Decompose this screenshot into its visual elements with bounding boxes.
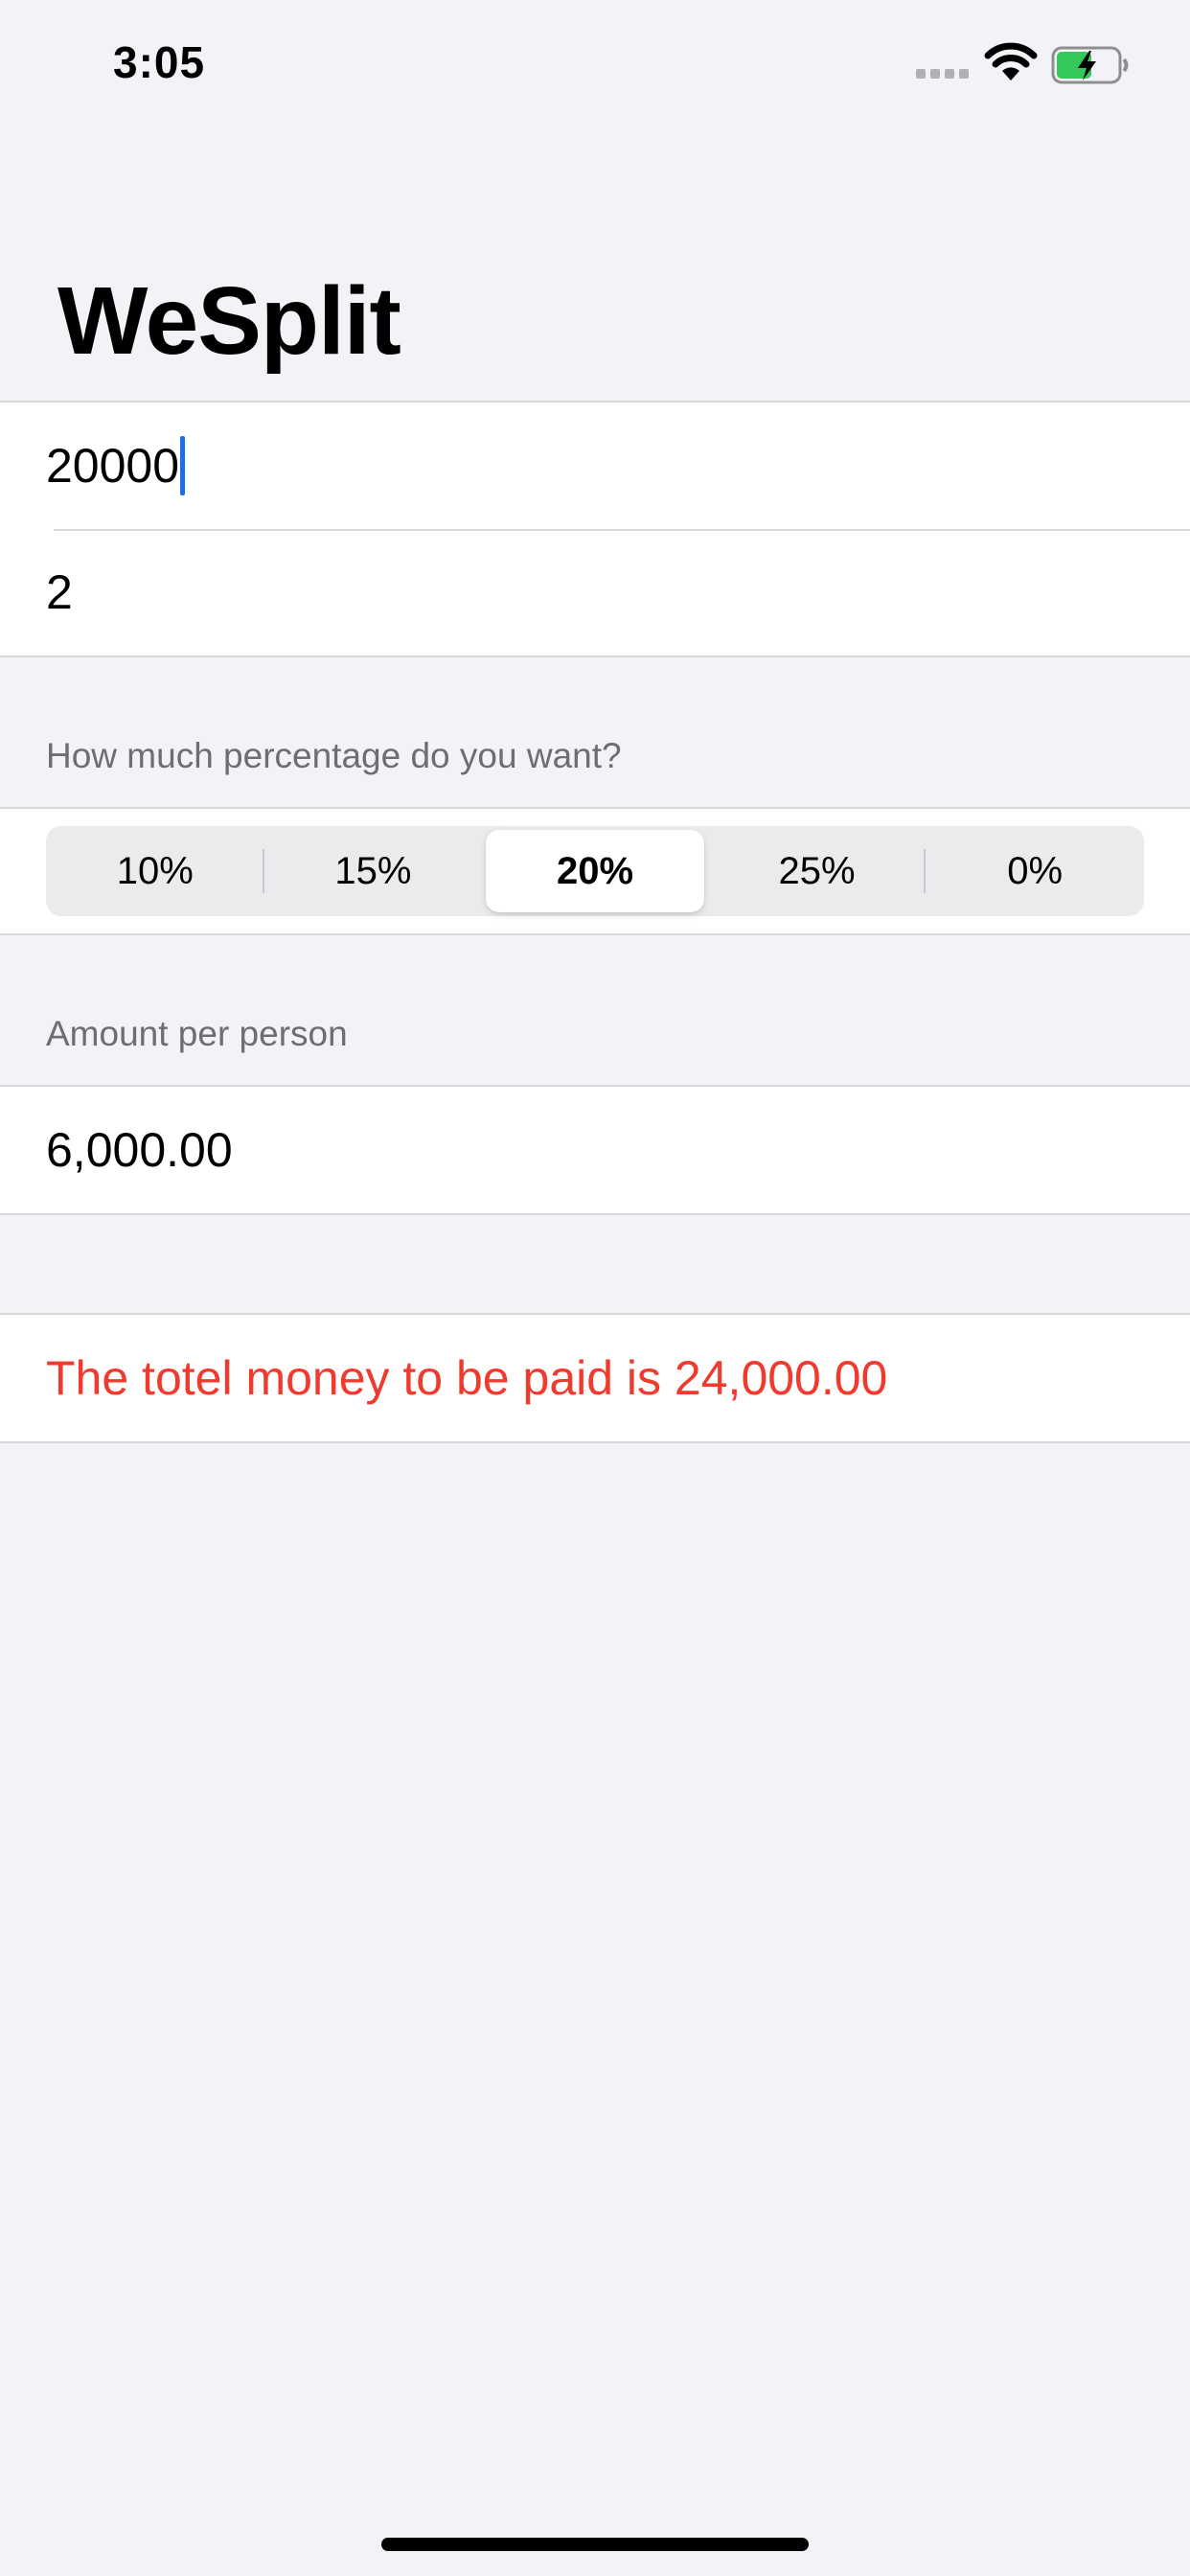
tip-option-20[interactable]: 20%: [486, 830, 704, 912]
battery-charging-icon: [1051, 46, 1129, 84]
check-amount-field[interactable]: 20000: [0, 402, 1190, 529]
screen: 3:05 WeSplit 20000 2 How much percentage…: [0, 0, 1190, 2576]
amount-section-header: Amount per person: [46, 1014, 348, 1053]
check-amount-value: 20000: [46, 439, 180, 493]
input-section: 20000 2: [0, 401, 1190, 657]
total-section: The totel money to be paid is 24,000.00: [0, 1313, 1190, 1443]
tip-option-25[interactable]: 25%: [708, 830, 927, 912]
text-cursor: [180, 436, 186, 495]
tip-section-header: How much percentage do you want?: [46, 736, 622, 775]
amount-section: 6,000.00: [0, 1085, 1190, 1215]
status-time: 3:05: [113, 37, 206, 87]
tip-option-15[interactable]: 15%: [264, 830, 483, 912]
tip-percentage-picker[interactable]: 10% 15% 20% 25% 0%: [46, 826, 1144, 916]
total-amount-text: The totel money to be paid is 24,000.00: [46, 1351, 888, 1405]
tip-option-0[interactable]: 0%: [926, 830, 1144, 912]
number-of-people-value: 2: [46, 565, 73, 619]
amount-per-person-row: 6,000.00: [0, 1087, 1190, 1213]
number-of-people-field[interactable]: 2: [0, 529, 1190, 656]
tip-option-10[interactable]: 10%: [46, 830, 264, 912]
page-title: WeSplit: [57, 267, 401, 375]
cellular-signal-icon: [916, 69, 969, 79]
total-row: The totel money to be paid is 24,000.00: [0, 1315, 1190, 1441]
amount-per-person-value: 6,000.00: [46, 1123, 233, 1177]
wifi-icon: [984, 42, 1038, 80]
tip-section: 10% 15% 20% 25% 0%: [0, 807, 1190, 935]
home-indicator[interactable]: [381, 2538, 809, 2551]
